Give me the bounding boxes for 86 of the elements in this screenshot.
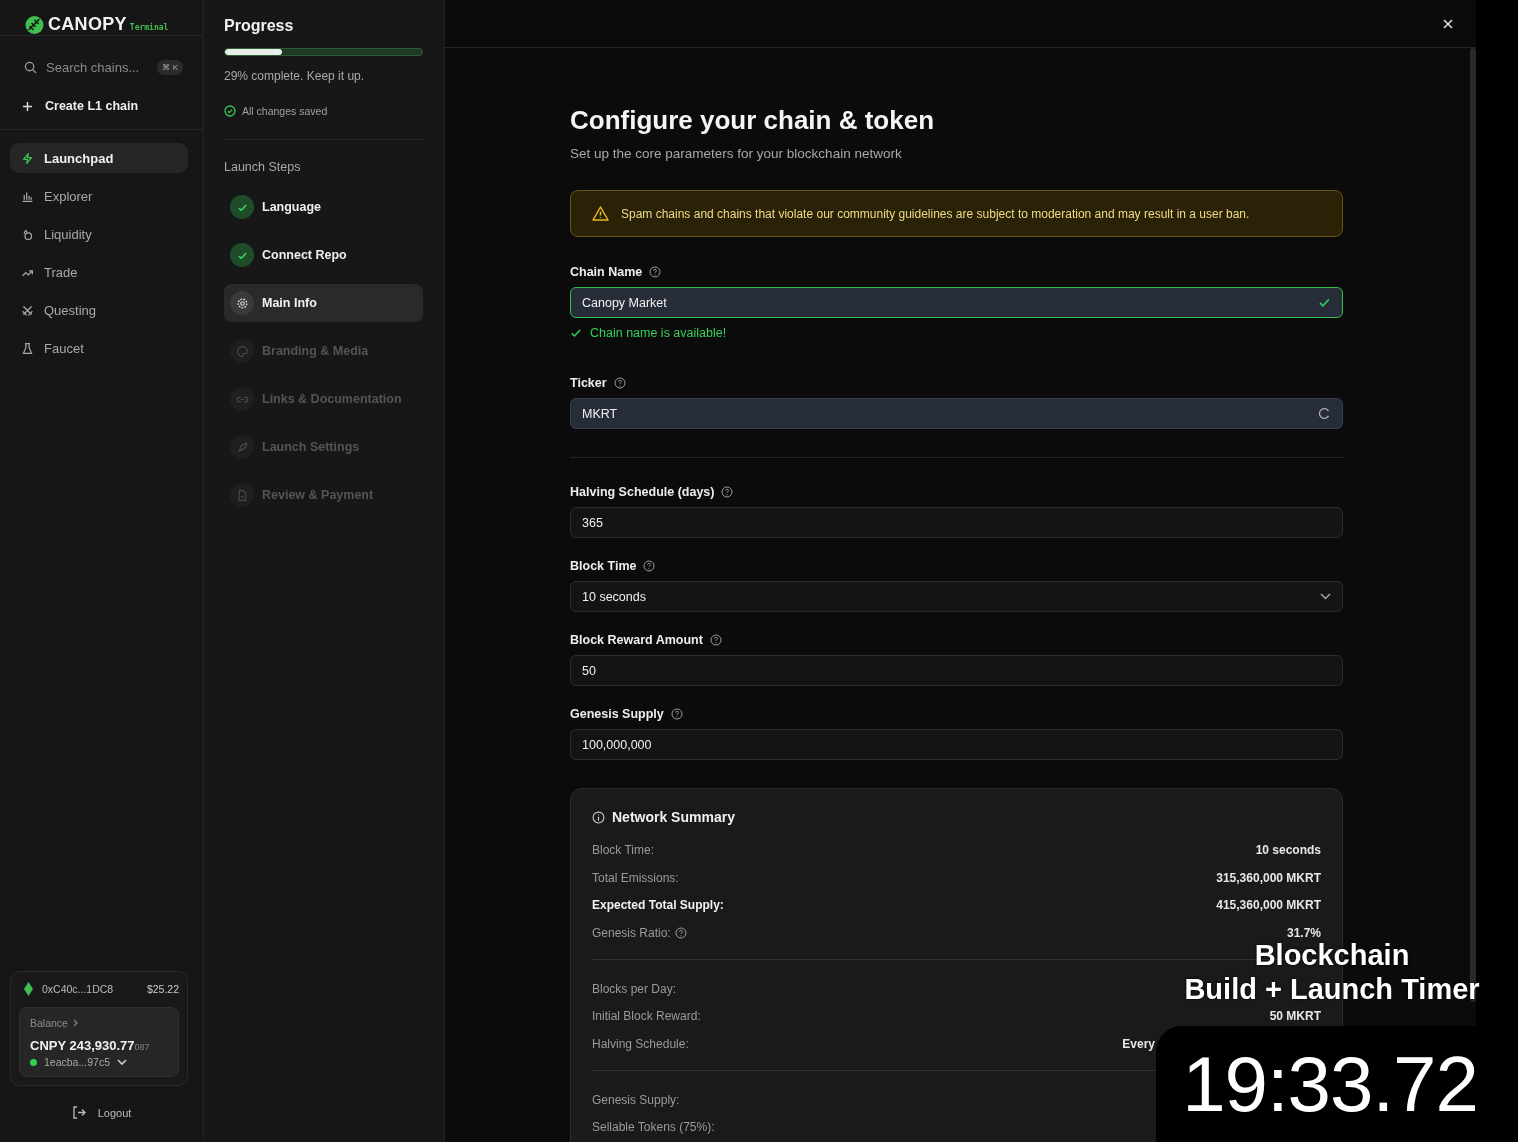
nav-item[interactable]: Questing <box>10 295 188 325</box>
summary-label: Blocks per Day: <box>592 981 677 996</box>
summary-label: Block Time: <box>592 842 654 857</box>
balance-card[interactable]: Balance CNPY 243,930.77087 1eacba...97c5 <box>19 1007 179 1077</box>
help-icon <box>649 266 662 278</box>
nav-item[interactable]: Launchpad <box>10 143 188 173</box>
summary-label: Genesis Ratio: <box>592 925 671 940</box>
help-icon <box>709 634 722 646</box>
step-item[interactable]: Main Info <box>224 284 423 322</box>
page-subtitle: Set up the core parameters for your blockchain network <box>570 146 903 161</box>
input-field[interactable]: 365 <box>570 507 1343 538</box>
save-status: All changes saved <box>242 105 328 117</box>
summary-label: Expected Total Supply: <box>592 898 724 913</box>
validation-message: Chain name is available! <box>590 326 727 340</box>
page-title: Configure your chain & token <box>570 105 936 136</box>
input-field[interactable]: Canopy Market <box>570 287 1343 318</box>
help-icon <box>643 560 656 572</box>
nav-item[interactable]: Trade <box>10 257 188 287</box>
chevron-down-icon <box>1320 593 1331 600</box>
field-label: Ticker <box>570 376 607 390</box>
nav-item[interactable]: Liquidity <box>10 219 188 249</box>
help-icon <box>721 486 734 498</box>
summary-value: 50 MKRT <box>1269 1009 1321 1024</box>
help-icon <box>674 926 687 939</box>
timer-readout: 19:33.72 <box>1182 1038 1479 1130</box>
palette-icon <box>235 344 249 358</box>
step-item[interactable]: Language <box>224 188 423 226</box>
warning-icon <box>592 206 609 221</box>
summary-value: 415,360,000 MKRT <box>1216 898 1321 913</box>
search-field[interactable]: Search chains... ⌘ K <box>24 54 183 80</box>
field-label: Genesis Supply <box>570 707 664 721</box>
field-label: Block Reward Amount <box>570 633 703 647</box>
chevron-down-icon[interactable] <box>116 1058 127 1066</box>
nav-item[interactable]: Explorer <box>10 181 188 211</box>
progress-title: Progress <box>224 17 295 35</box>
summary-value: 315,360,000 MKRT <box>1216 870 1321 885</box>
steps-heading: Launch Steps <box>224 160 302 174</box>
summary-value: 31.7% <box>1286 925 1321 940</box>
logout-button[interactable]: Logout <box>0 1105 203 1120</box>
create-chain-button[interactable]: Create L1 chain <box>22 96 203 116</box>
status-dot <box>30 1058 37 1066</box>
help-icon <box>670 708 683 720</box>
wallet-value: $25.22 <box>146 983 179 995</box>
ethereum-icon <box>24 982 33 996</box>
input-field[interactable]: 50 <box>570 655 1343 686</box>
video-caption: Build + Launch Timer <box>1184 973 1480 1005</box>
summary-value: Every <box>1122 1036 1155 1051</box>
check-circle-icon <box>224 105 236 117</box>
account-id: 1eacba...97c5 <box>44 1056 110 1068</box>
summary-label: Total Emissions: <box>592 870 679 885</box>
gear-icon <box>235 296 249 310</box>
brand-name: CANOPY <box>48 14 127 35</box>
brand-tag: Terminal <box>129 23 169 32</box>
progress-text: 29% complete. Keep it up. <box>224 69 366 83</box>
step-item[interactable]: Connect Repo <box>224 236 423 274</box>
check-icon <box>570 327 582 339</box>
warning-text: Spam chains and chains that violate our community guidelines are subject to moderation and may result in a user ban. <box>621 206 1250 221</box>
logout-icon <box>71 1106 86 1119</box>
bar-chart-icon <box>21 189 34 203</box>
search-icon <box>24 60 37 74</box>
summary-value: 10 seconds <box>1255 842 1321 857</box>
chevron-right-icon <box>72 1019 79 1027</box>
input-field[interactable]: 100,000,000 <box>570 729 1343 760</box>
input-field[interactable]: MKRT <box>570 398 1343 429</box>
summary-label: Initial Block Reward: <box>592 1009 701 1024</box>
summary-label: Halving Schedule: <box>592 1036 689 1051</box>
field-label: Chain Name <box>570 265 643 279</box>
info-icon <box>592 810 605 824</box>
select-field[interactable]: 10 seconds <box>570 581 1343 612</box>
field-label: Block Time <box>570 559 637 573</box>
balance-amount: CNPY 243,930.77087 <box>30 1038 151 1053</box>
summary-title: Network Summary <box>612 809 735 825</box>
help-icon <box>613 377 626 389</box>
video-caption: Blockchain <box>1254 939 1410 971</box>
summary-label: Genesis Supply: <box>592 1092 680 1107</box>
flask-icon <box>21 341 34 355</box>
shortcut-badge: ⌘ K <box>157 59 183 75</box>
wallet-address: 0xC40c...1DC8 <box>42 983 114 995</box>
summary-label: Sellable Tokens (75%): <box>592 1120 715 1135</box>
swords-icon <box>21 303 34 317</box>
nav-item[interactable]: Faucet <box>10 333 188 363</box>
bolt-icon <box>21 151 34 165</box>
field-label: Halving Schedule (days) <box>570 485 715 499</box>
close-button[interactable] <box>1442 17 1454 30</box>
balance-label: Balance <box>30 1017 68 1029</box>
plus-icon <box>22 100 33 112</box>
